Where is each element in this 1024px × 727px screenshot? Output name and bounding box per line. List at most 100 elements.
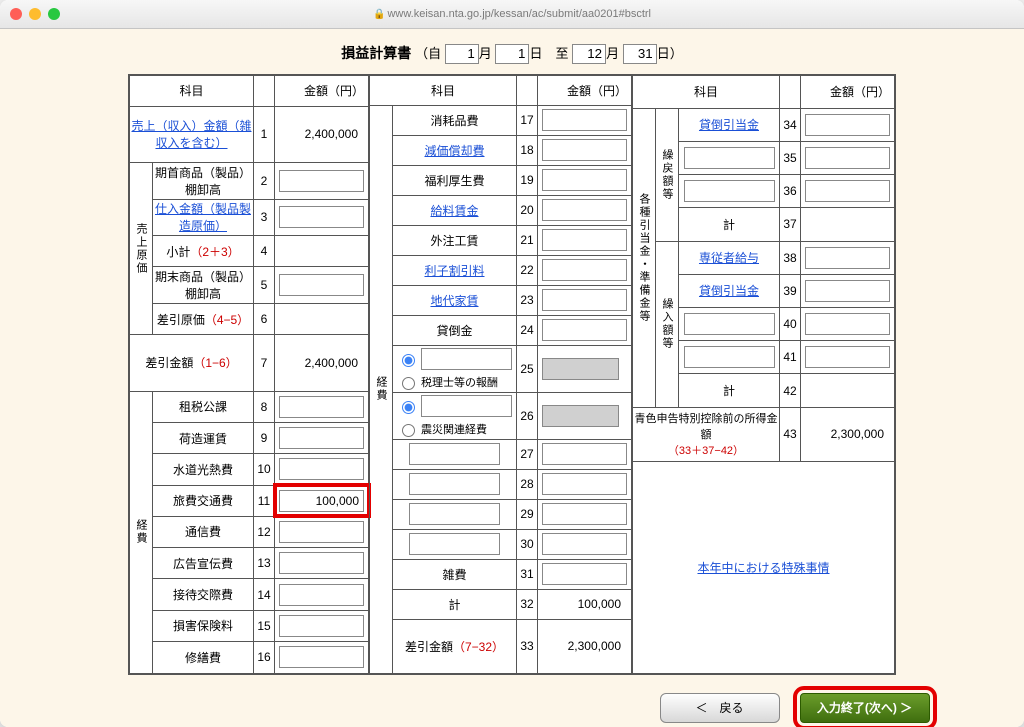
row-35-input[interactable]	[805, 147, 890, 169]
row-22-label[interactable]: 利子割引料	[424, 264, 484, 278]
row-2-label: 期首商品（製品）棚卸高	[153, 163, 254, 200]
row-21-input[interactable]	[542, 229, 627, 251]
row-31-label: 雑費	[393, 559, 517, 589]
row-39-label[interactable]: 貸倒引当金	[699, 284, 759, 298]
row-34-input[interactable]	[805, 114, 890, 136]
row-36-input[interactable]	[805, 180, 890, 202]
row-18-label[interactable]: 減価償却費	[424, 144, 484, 158]
row-25-radio-blank[interactable]	[402, 354, 415, 367]
row-13-input[interactable]	[279, 552, 364, 574]
row-4-label: 小計（2＋3）	[153, 236, 254, 267]
row-12-input[interactable]	[279, 521, 364, 543]
titlebar: 🔒www.keisan.nta.go.jp/kessan/ac/submit/a…	[0, 0, 1024, 29]
row-13-label: 広告宣伝費	[153, 548, 254, 579]
row-11-label: 旅費交通費	[153, 485, 254, 516]
row-26-radio-blank[interactable]	[402, 401, 415, 414]
row-25-radio-opt[interactable]	[402, 377, 415, 390]
row-37-label: 計	[679, 208, 780, 241]
group-reserves: 各種引当金・準備金等	[633, 108, 656, 407]
back-button[interactable]: ＜ 戻る	[660, 693, 780, 723]
row-27-label-input[interactable]	[409, 443, 500, 465]
row-17-label: 消耗品費	[393, 105, 517, 135]
row-25-free-input[interactable]	[421, 348, 512, 370]
row-11-input[interactable]	[279, 490, 364, 512]
row-2-input[interactable]	[279, 170, 364, 192]
row-20-label[interactable]: 給料賃金	[430, 204, 478, 218]
row-32-value: 100,000	[542, 597, 627, 611]
row-41-input[interactable]	[805, 346, 890, 368]
row-19-input[interactable]	[542, 169, 627, 191]
row-14-label: 接待交際費	[153, 579, 254, 610]
row-31-input[interactable]	[542, 563, 627, 585]
to-day-input[interactable]	[623, 44, 657, 64]
row-38-input[interactable]	[805, 247, 890, 269]
row-23-label[interactable]: 地代家賃	[430, 294, 478, 308]
row-1-label[interactable]: 売上（収入）金額（雑収入を含む）	[131, 119, 251, 150]
row-9-input[interactable]	[279, 427, 364, 449]
row-26-radio-opt[interactable]	[402, 424, 415, 437]
special-circumstances-link[interactable]: 本年中における特殊事情	[697, 561, 829, 575]
row-43-label: 青色申告特別控除前の所得金額（33＋37−42）	[633, 407, 780, 461]
row-15-input[interactable]	[279, 615, 364, 637]
row-8-input[interactable]	[279, 396, 364, 418]
next-button[interactable]: 入力終了(次へ) ＞	[800, 693, 930, 723]
col-amount: 金額（円）	[275, 75, 369, 106]
row-41-label-input[interactable]	[684, 346, 775, 368]
row-24-input[interactable]	[542, 319, 627, 341]
row-12-label: 通信費	[153, 516, 254, 547]
row-29-input[interactable]	[542, 503, 627, 525]
address-url: www.keisan.nta.go.jp/kessan/ac/submit/aa…	[387, 8, 651, 20]
row-34-label[interactable]: 貸倒引当金	[699, 118, 759, 132]
row-28-label-input[interactable]	[409, 473, 500, 495]
group-cost-of-sales: 売上原価	[130, 163, 153, 335]
row-18-input[interactable]	[542, 139, 627, 161]
page-title: 損益計算書 （自 月 日 至 月 日）	[341, 43, 682, 64]
row-36-label-input[interactable]	[684, 180, 775, 202]
row-42-label: 計	[679, 374, 780, 407]
row-8-label: 租税公課	[153, 391, 254, 422]
row-24-label: 貸倒金	[393, 315, 517, 345]
row-40-label-input[interactable]	[684, 313, 775, 335]
row-9-label: 荷造運賃	[153, 422, 254, 453]
from-month-input[interactable]	[445, 44, 479, 64]
to-month-input[interactable]	[572, 44, 606, 64]
row-10-label: 水道光熱費	[153, 454, 254, 485]
from-day-input[interactable]	[495, 44, 529, 64]
row-21-label: 外注工賃	[393, 225, 517, 255]
pl-sheet: 科目金額（円） 売上（収入）金額（雑収入を含む）12,400,000 売上原価期…	[128, 74, 896, 675]
row-28-input[interactable]	[542, 473, 627, 495]
row-33-value: 2,300,000	[542, 639, 627, 653]
row-40-input[interactable]	[805, 313, 890, 335]
row-10-input[interactable]	[279, 458, 364, 480]
row-26-free-input[interactable]	[421, 395, 512, 417]
group-expenses-1: 経費	[130, 391, 153, 673]
row-16-label: 修繕費	[153, 642, 254, 674]
row-20-input[interactable]	[542, 199, 627, 221]
row-27-input[interactable]	[542, 443, 627, 465]
row-23-input[interactable]	[542, 289, 627, 311]
row-22-input[interactable]	[542, 259, 627, 281]
row-38-label[interactable]: 専従者給与	[699, 251, 759, 265]
row-3-label[interactable]: 仕入金額（製品製造原価）	[155, 202, 251, 233]
row-17-input[interactable]	[542, 109, 627, 131]
row-6-label: 差引原価（4−5）	[153, 303, 254, 334]
row-39-input[interactable]	[805, 280, 890, 302]
row-32-label: 計	[393, 589, 517, 619]
col-kamoku: 科目	[130, 75, 254, 106]
lock-icon: 🔒	[373, 9, 385, 20]
row-14-input[interactable]	[279, 584, 364, 606]
row-33-label: 差引金額（7−32）	[393, 619, 517, 673]
row-30-label-input[interactable]	[409, 533, 500, 555]
row-35-label-input[interactable]	[684, 147, 775, 169]
subgroup-reversal: 繰戻額等	[656, 108, 679, 241]
row-7-value: 2,400,000	[279, 356, 364, 370]
row-1-value: 2,400,000	[279, 127, 364, 141]
row-16-input[interactable]	[279, 646, 364, 668]
row-29-label-input[interactable]	[409, 503, 500, 525]
group-expenses-2: 経費	[370, 105, 393, 673]
row-30-input[interactable]	[542, 533, 627, 555]
row-5-input[interactable]	[279, 274, 364, 296]
row-26-input	[542, 405, 619, 427]
row-3-input[interactable]	[279, 206, 364, 228]
row-15-label: 損害保険料	[153, 610, 254, 641]
